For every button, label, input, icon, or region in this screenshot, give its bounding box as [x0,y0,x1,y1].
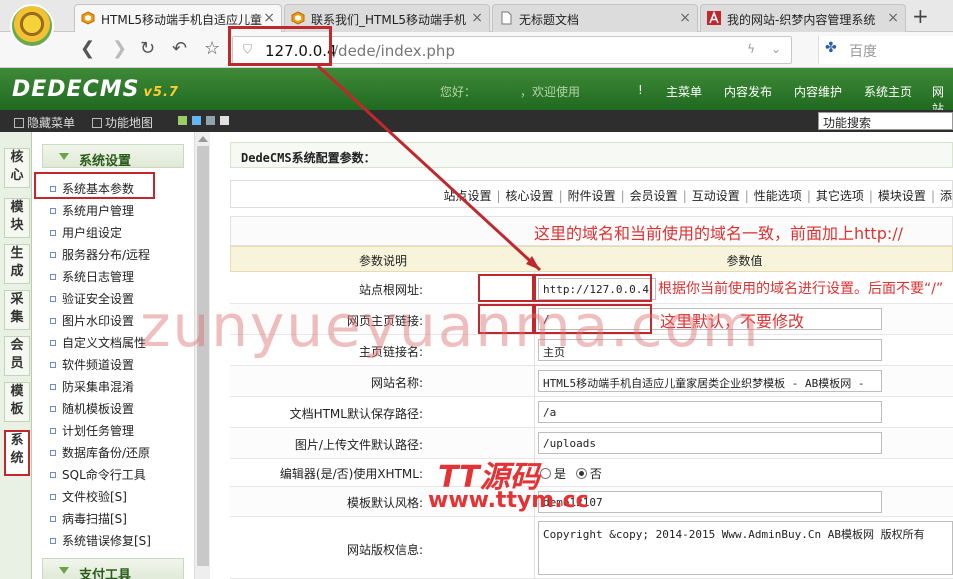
tt-url: www.ttym.cc [428,488,589,513]
browser-window: HTML5移动端手机自适应儿童 × 联系我们_HTML5移动端手机 × 无标题文… [0,0,953,579]
arrow-line [316,64,542,272]
watermark-text: zunyueyuanma.com [140,292,761,360]
